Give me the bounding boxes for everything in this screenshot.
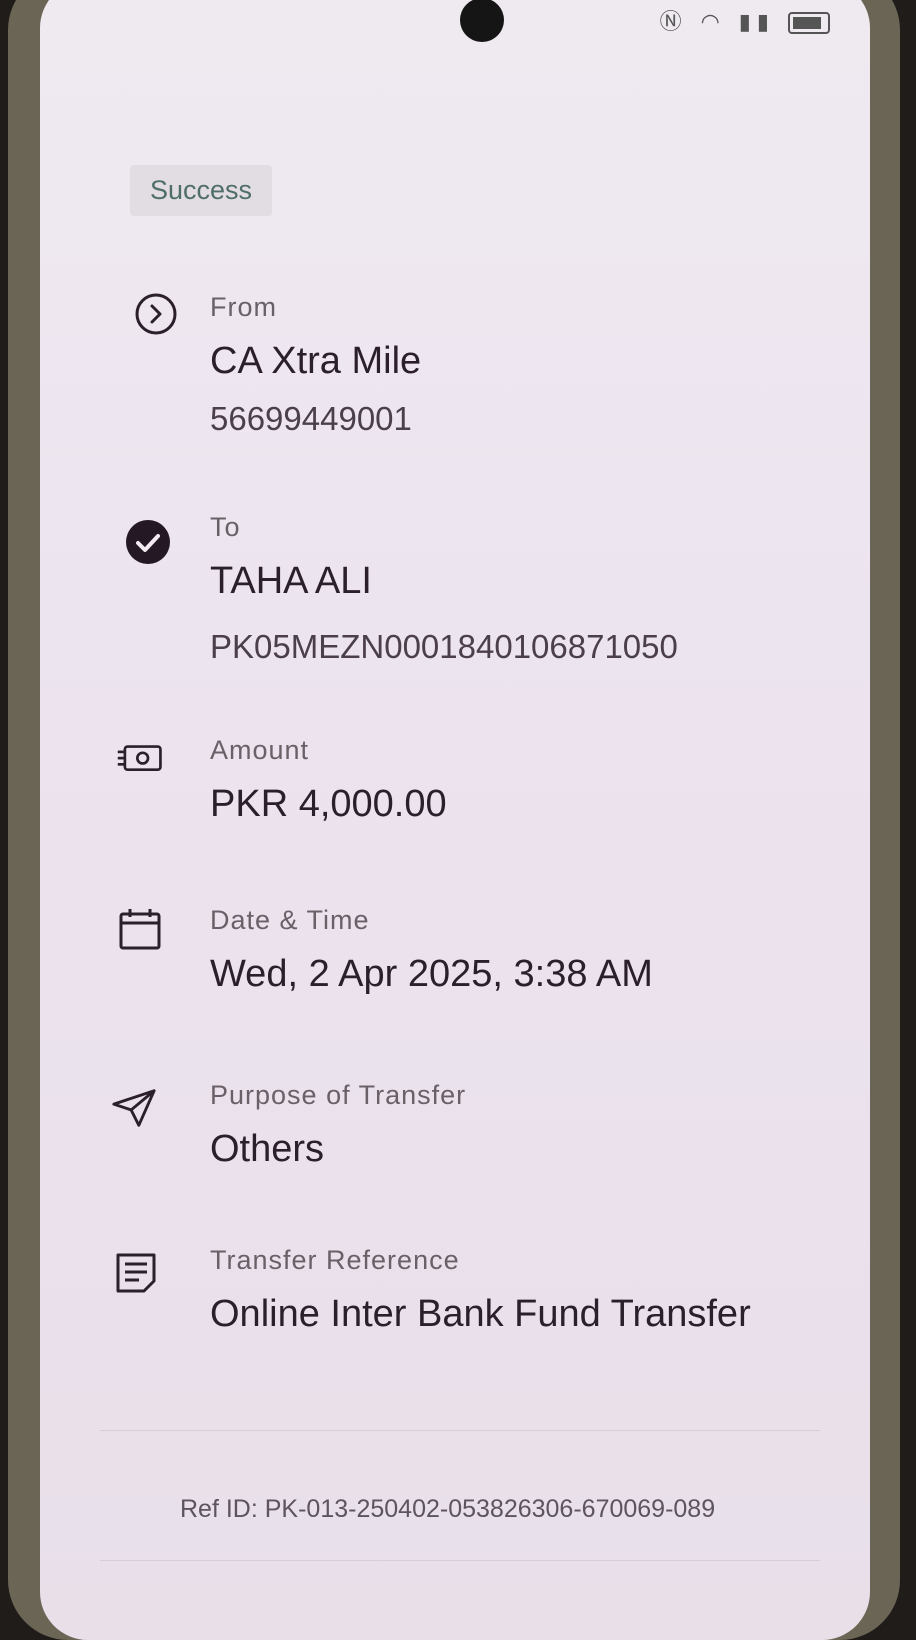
from-section: From CA Xtra Mile 56699449001 bbox=[110, 290, 830, 440]
battery-icon bbox=[788, 12, 830, 34]
to-recipient-name: TAHA ALI bbox=[210, 560, 372, 602]
reference-section: Transfer Reference Online Inter Bank Fun… bbox=[110, 1245, 830, 1335]
to-section: To TAHA ALI PK05MEZN0001840106871050 bbox=[110, 510, 830, 665]
datetime-section: Date & Time Wed, 2 Apr 2025, 3:38 AM bbox=[110, 905, 830, 1005]
calendar-icon bbox=[116, 905, 164, 953]
divider bbox=[100, 1430, 820, 1431]
wifi-icon: ◠ bbox=[700, 10, 726, 35]
phone-screen: Ⓝ ◠ ▮▮ Success From CA Xtra Mile 5669944… bbox=[40, 0, 870, 1640]
from-label: From bbox=[210, 292, 277, 322]
status-badge: Success bbox=[130, 165, 273, 216]
amount-value: PKR 4,000.00 bbox=[210, 783, 447, 825]
purpose-value: Others bbox=[210, 1128, 325, 1170]
document-icon bbox=[112, 1249, 160, 1297]
from-account-number: 56699449001 bbox=[210, 400, 412, 437]
cash-icon bbox=[116, 735, 164, 783]
check-circle-icon bbox=[124, 518, 172, 566]
amount-label: Amount bbox=[210, 735, 310, 765]
reference-value: Online Inter Bank Fund Transfer bbox=[210, 1293, 751, 1335]
datetime-value: Wed, 2 Apr 2025, 3:38 AM bbox=[210, 953, 653, 995]
purpose-section: Purpose of Transfer Others bbox=[110, 1080, 830, 1170]
to-label: To bbox=[210, 512, 241, 542]
divider-bottom bbox=[100, 1560, 820, 1561]
to-iban: PK05MEZN0001840106871050 bbox=[210, 628, 678, 665]
amount-section: Amount PKR 4,000.00 bbox=[110, 735, 830, 835]
signal-icon: ▮▮ bbox=[738, 10, 775, 35]
send-icon bbox=[110, 1084, 158, 1132]
front-camera bbox=[460, 0, 504, 42]
nfc-icon: Ⓝ bbox=[659, 10, 688, 35]
ref-id: Ref ID: PK-013-250402-053826306-670069-0… bbox=[180, 1495, 716, 1523]
reference-label: Transfer Reference bbox=[210, 1245, 460, 1275]
datetime-label: Date & Time bbox=[210, 905, 370, 935]
from-account-name: CA Xtra Mile bbox=[210, 340, 422, 382]
purpose-label: Purpose of Transfer bbox=[210, 1080, 467, 1110]
status-bar: Ⓝ ◠ ▮▮ bbox=[660, 4, 830, 36]
chevron-circle-icon bbox=[132, 290, 180, 338]
